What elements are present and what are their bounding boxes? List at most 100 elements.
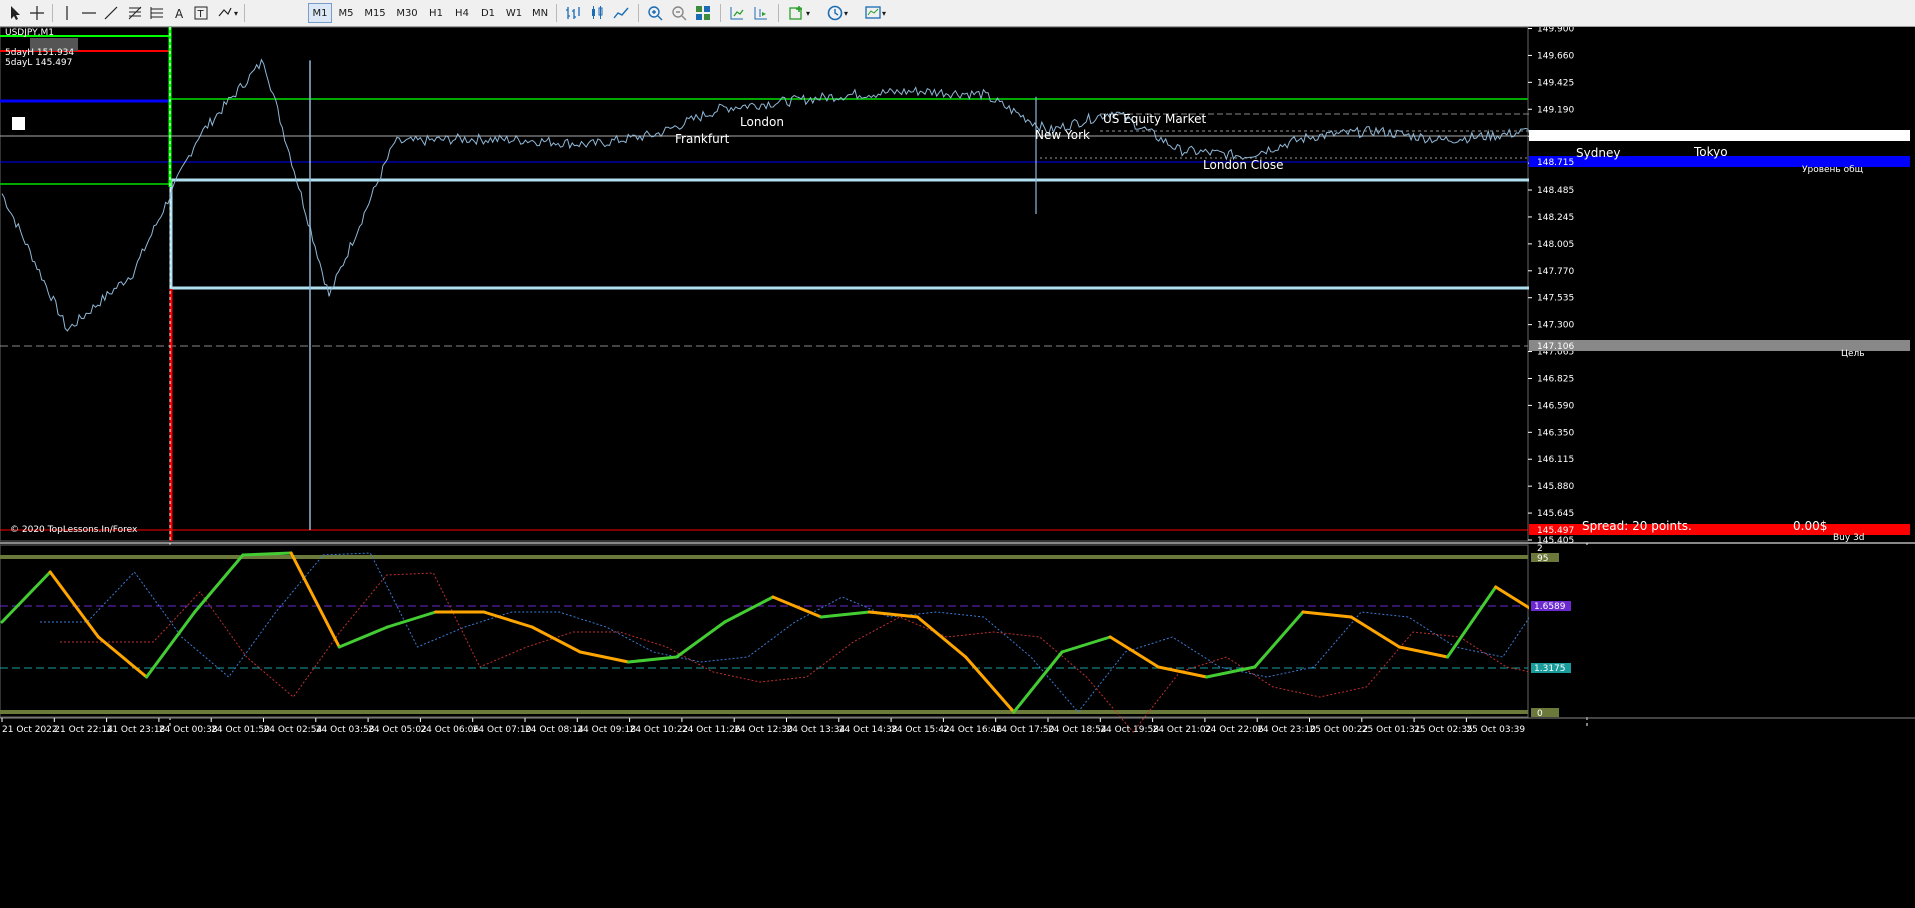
copyright-label: © 2020 TopLessons.In/Forex [10, 525, 138, 535]
autoscroll-icon [730, 7, 744, 20]
candlestick-button[interactable] [586, 3, 608, 23]
indicator-tag-label: 1.3175 [1534, 664, 1566, 674]
time-tick-label: 24 Oct 16:46 [943, 725, 1002, 735]
time-tick-label: 24 Oct 10:22 [630, 725, 689, 735]
timeframe-h4-button[interactable]: H4 [450, 3, 474, 23]
price-tick-label: 149.660 [1537, 51, 1574, 61]
price-tag-label: 148.715 [1537, 158, 1574, 168]
price-tick-label: 149.190 [1537, 105, 1574, 115]
price-tick-label: 149.425 [1537, 78, 1574, 88]
vertical-line-icon [66, 6, 68, 20]
channel-button[interactable] [146, 3, 168, 23]
session-label: London Close [1203, 158, 1284, 172]
time-tick-label: 25 Oct 02:35 [1414, 725, 1473, 735]
buy-label: Buy 3d [1833, 533, 1865, 543]
price-axis [1529, 27, 1915, 541]
spread-label: Spread: 20 points. [1582, 519, 1692, 533]
text-label-icon: T [194, 6, 208, 20]
autoscroll-button[interactable] [726, 3, 748, 23]
crosshair-button[interactable] [26, 3, 48, 23]
tile-windows-icon [696, 6, 710, 20]
cursor-button[interactable] [4, 3, 26, 23]
horizontal-line-button[interactable] [78, 3, 100, 23]
price-tag-label: 148.941 [1537, 132, 1574, 142]
five-day-high-label: 5dayH 151.934 [5, 48, 74, 58]
time-tick-label: 24 Oct 21:02 [1153, 725, 1212, 735]
price-tick-label: 145.880 [1537, 482, 1574, 492]
session-label: London [740, 115, 784, 129]
tile-windows-button[interactable] [692, 3, 714, 23]
toolbar-separator [244, 4, 245, 22]
indicators-icon [789, 6, 802, 20]
time-tick-label: 24 Oct 09:18 [577, 725, 636, 735]
price-tick-label: 146.350 [1537, 428, 1574, 438]
indicator-tag [1531, 708, 1559, 717]
fibonacci-button[interactable] [124, 3, 146, 23]
text-button[interactable]: A [168, 3, 190, 23]
time-tick-label: 24 Oct 17:50 [996, 725, 1055, 735]
time-tick-label: 25 Oct 00:22 [1310, 725, 1369, 735]
indicator-tag-label: 1.6589 [1534, 602, 1566, 612]
time-tick-label: 24 Oct 23:10 [1257, 725, 1316, 735]
time-tick-label: 24 Oct 00:38 [159, 725, 218, 735]
indicator-tag-label: 95 [1537, 554, 1548, 564]
trendline-button[interactable] [100, 3, 122, 23]
toolbar: A T ▾ M1 M5 M15 M30 H1 H4 D1 W1 MN ▾ ▾ ▾ [0, 0, 1915, 27]
cursor-icon [11, 6, 20, 20]
price-tick-label: 147.770 [1537, 267, 1574, 277]
periods-icon [827, 5, 843, 21]
timeframe-d1-button[interactable]: D1 [476, 3, 500, 23]
timeframe-w1-button[interactable]: W1 [502, 3, 526, 23]
price-tag-label: 145.497 [1537, 526, 1574, 536]
timeframe-m30-button[interactable]: M30 [392, 3, 422, 23]
horizontal-line-icon [82, 12, 96, 14]
timeframe-m1-button[interactable]: M1 [308, 3, 332, 23]
templates-button[interactable]: ▾ [860, 3, 890, 23]
time-tick-label: 24 Oct 18:54 [1048, 725, 1107, 735]
timeframe-mn-button[interactable]: MN [528, 3, 552, 23]
periods-button[interactable]: ▾ [822, 3, 852, 23]
zoom-in-icon [648, 6, 663, 21]
toolbar-separator [778, 4, 779, 22]
time-tick-label: 24 Oct 12:30 [734, 725, 793, 735]
zoom-out-button[interactable] [668, 3, 690, 23]
price-tick-label: 145.645 [1537, 509, 1574, 519]
fibonacci-icon [128, 6, 142, 20]
price-tick-label: 148.005 [1537, 240, 1574, 250]
profit-label: 0.00$ [1793, 519, 1827, 533]
time-tick-label: 21 Oct 2022 [2, 725, 58, 735]
time-tick-label: 21 Oct 23:18 [107, 725, 166, 735]
timeframe-m15-button[interactable]: M15 [360, 3, 390, 23]
price-tick-label: 148.245 [1537, 213, 1574, 223]
shapes-button[interactable]: ▾ [212, 3, 242, 23]
time-tick-label: 24 Oct 07:10 [473, 725, 532, 735]
time-tick-label: 24 Oct 01:50 [211, 725, 270, 735]
time-tick-label: 24 Oct 14:38 [839, 725, 898, 735]
candlestick-icon [592, 6, 603, 19]
chart-shift-button[interactable] [750, 3, 772, 23]
price-tick-label: 149.900 [1537, 27, 1574, 35]
zoom-out-icon [672, 6, 687, 21]
indicators-button[interactable]: ▾ [784, 3, 814, 23]
time-tick-label: 25 Oct 03:39 [1466, 725, 1525, 735]
dropdown-arrow-icon: ▾ [881, 8, 886, 18]
templates-icon [865, 6, 881, 19]
time-tick-label: 24 Oct 19:58 [1100, 725, 1159, 735]
price-tag-label: 147.106 [1537, 342, 1574, 352]
symbol-label: USDJPY,M1 [5, 28, 54, 38]
dropdown-arrow-icon: ▾ [233, 8, 238, 18]
price-chart[interactable]: 149.900149.660149.425149.190148.955148.7… [0, 27, 1915, 908]
dropdown-arrow-icon: ▾ [843, 8, 848, 18]
line-chart-button[interactable] [610, 3, 632, 23]
target-label: Цель [1841, 349, 1865, 359]
timeframe-h1-button[interactable]: H1 [424, 3, 448, 23]
vertical-line-button[interactable] [56, 3, 78, 23]
zoom-in-button[interactable] [644, 3, 666, 23]
channel-icon [150, 7, 163, 19]
bar-chart-button[interactable] [562, 3, 584, 23]
timeframe-m5-button[interactable]: M5 [334, 3, 358, 23]
oscillator-line [241, 551, 293, 557]
text-label-button[interactable]: T [190, 3, 212, 23]
trendline-icon [104, 6, 118, 20]
time-tick-label: 24 Oct 02:54 [264, 725, 323, 735]
